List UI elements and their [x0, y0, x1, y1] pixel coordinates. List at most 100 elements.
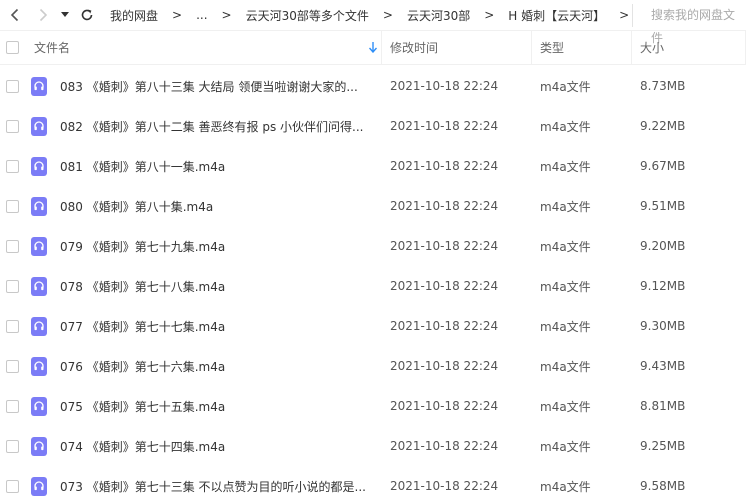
file-name[interactable]: 074 《婚刺》第七十四集.m4a	[60, 438, 225, 455]
row-checkbox[interactable]	[6, 159, 19, 173]
file-name[interactable]: 076 《婚刺》第七十六集.m4a	[60, 358, 225, 375]
breadcrumb-item-folder[interactable]: 云天河30部等多个文件	[242, 7, 373, 24]
row-checkbox[interactable]	[6, 439, 19, 453]
column-header-type-label: 类型	[540, 41, 565, 55]
table-row[interactable]: 082 《婚刺》第八十二集 善恶终有报 ps 小伙伴们问得... 2021-10…	[0, 106, 746, 146]
file-name[interactable]: 082 《婚刺》第八十二集 善恶终有报 ps 小伙伴们问得...	[60, 118, 363, 135]
breadcrumb-item-ellipsis[interactable]: ...	[192, 8, 211, 22]
breadcrumb-separator: >	[221, 8, 232, 22]
file-modified-time: 2021-10-18 22:24	[382, 386, 532, 426]
file-type: m4a文件	[532, 466, 632, 504]
select-all-cell	[0, 31, 24, 65]
breadcrumb-item-current[interactable]: H 婚刺【云天河】	[504, 7, 609, 24]
file-name[interactable]: 079 《婚刺》第七十九集.m4a	[60, 238, 225, 255]
file-list-header: 文件名 修改时间 类型 大小	[0, 30, 746, 65]
file-size-text: 9.20MB	[640, 239, 686, 253]
table-row[interactable]: 079 《婚刺》第七十九集.m4a 2021-10-18 22:24 m4a文件…	[0, 226, 746, 266]
file-name-cell[interactable]: 076 《婚刺》第七十六集.m4a	[24, 346, 382, 386]
row-checkbox[interactable]	[6, 399, 19, 413]
file-name-cell[interactable]: 080 《婚刺》第八十集.m4a	[24, 186, 382, 226]
file-modified-time-text: 2021-10-18 22:24	[390, 479, 499, 493]
table-row[interactable]: 074 《婚刺》第七十四集.m4a 2021-10-18 22:24 m4a文件…	[0, 426, 746, 466]
file-name-cell[interactable]: 073 《婚刺》第七十三集 不以点赞为目的听小说的都是...	[24, 466, 382, 504]
file-name-cell[interactable]: 081 《婚刺》第八十一集.m4a	[24, 146, 382, 186]
audio-file-icon	[31, 316, 47, 336]
file-name[interactable]: 078 《婚刺》第七十八集.m4a	[60, 278, 225, 295]
row-checkbox[interactable]	[6, 239, 19, 253]
history-dropdown-button[interactable]	[58, 0, 72, 31]
table-row[interactable]: 083 《婚刺》第八十三集 大结局 领便当啦谢谢大家的... 2021-10-1…	[0, 66, 746, 106]
search-input[interactable]: 搜索我的网盘文件	[632, 4, 746, 45]
file-modified-time-text: 2021-10-18 22:24	[390, 79, 499, 93]
audio-file-icon	[31, 76, 47, 96]
file-size-text: 8.73MB	[640, 79, 686, 93]
row-select-cell	[0, 306, 24, 346]
file-list: 083 《婚刺》第八十三集 大结局 领便当啦谢谢大家的... 2021-10-1…	[0, 66, 746, 504]
row-checkbox[interactable]	[6, 119, 19, 133]
row-checkbox[interactable]	[6, 359, 19, 373]
file-name-cell[interactable]: 082 《婚刺》第八十二集 善恶终有报 ps 小伙伴们问得...	[24, 106, 382, 146]
file-name[interactable]: 077 《婚刺》第七十七集.m4a	[60, 318, 225, 335]
file-size-text: 9.22MB	[640, 119, 686, 133]
column-header-time[interactable]: 修改时间	[382, 30, 532, 65]
audio-file-icon	[31, 236, 47, 256]
file-name-cell[interactable]: 083 《婚刺》第八十三集 大结局 领便当啦谢谢大家的...	[24, 66, 382, 106]
file-name[interactable]: 080 《婚刺》第八十集.m4a	[60, 198, 213, 215]
row-select-cell	[0, 106, 24, 146]
back-button[interactable]	[4, 0, 26, 31]
file-size-text: 9.30MB	[640, 319, 686, 333]
row-checkbox[interactable]	[6, 319, 19, 333]
file-modified-time: 2021-10-18 22:24	[382, 266, 532, 306]
file-name[interactable]: 075 《婚刺》第七十五集.m4a	[60, 398, 225, 415]
row-checkbox[interactable]	[6, 79, 19, 93]
refresh-button[interactable]	[76, 0, 98, 31]
breadcrumb-item-my-disk[interactable]: 我的网盘	[106, 7, 162, 24]
file-name-cell[interactable]: 074 《婚刺》第七十四集.m4a	[24, 426, 382, 466]
file-modified-time: 2021-10-18 22:24	[382, 306, 532, 346]
row-select-cell	[0, 386, 24, 426]
row-select-cell	[0, 346, 24, 386]
file-size-text: 9.43MB	[640, 359, 686, 373]
forward-button[interactable]	[32, 0, 54, 31]
file-name-cell[interactable]: 078 《婚刺》第七十八集.m4a	[24, 266, 382, 306]
file-size-text: 9.58MB	[640, 479, 686, 493]
breadcrumb-separator: >	[172, 8, 183, 22]
row-select-cell	[0, 186, 24, 226]
file-modified-time-text: 2021-10-18 22:24	[390, 319, 499, 333]
file-name[interactable]: 083 《婚刺》第八十三集 大结局 领便当啦谢谢大家的...	[60, 78, 358, 95]
select-all-checkbox[interactable]	[6, 41, 19, 54]
row-checkbox[interactable]	[6, 479, 19, 493]
table-row[interactable]: 081 《婚刺》第八十一集.m4a 2021-10-18 22:24 m4a文件…	[0, 146, 746, 186]
file-size-text: 8.81MB	[640, 399, 686, 413]
file-modified-time: 2021-10-18 22:24	[382, 186, 532, 226]
row-checkbox[interactable]	[6, 279, 19, 293]
file-name[interactable]: 073 《婚刺》第七十三集 不以点赞为目的听小说的都是...	[60, 478, 366, 495]
file-modified-time-text: 2021-10-18 22:24	[390, 199, 499, 213]
column-header-name[interactable]: 文件名	[24, 30, 382, 65]
audio-file-icon	[31, 116, 47, 136]
file-modified-time-text: 2021-10-18 22:24	[390, 399, 499, 413]
file-name-cell[interactable]: 075 《婚刺》第七十五集.m4a	[24, 386, 382, 426]
file-size: 9.22MB	[632, 106, 746, 146]
file-type-text: m4a文件	[540, 79, 591, 94]
file-modified-time-text: 2021-10-18 22:24	[390, 279, 499, 293]
file-name-cell[interactable]: 079 《婚刺》第七十九集.m4a	[24, 226, 382, 266]
file-type: m4a文件	[532, 186, 632, 226]
table-row[interactable]: 077 《婚刺》第七十七集.m4a 2021-10-18 22:24 m4a文件…	[0, 306, 746, 346]
file-size: 9.12MB	[632, 266, 746, 306]
table-row[interactable]: 073 《婚刺》第七十三集 不以点赞为目的听小说的都是... 2021-10-1…	[0, 466, 746, 504]
table-row[interactable]: 075 《婚刺》第七十五集.m4a 2021-10-18 22:24 m4a文件…	[0, 386, 746, 426]
table-row[interactable]: 080 《婚刺》第八十集.m4a 2021-10-18 22:24 m4a文件 …	[0, 186, 746, 226]
breadcrumb-item-folder[interactable]: 云天河30部	[403, 7, 474, 24]
file-name-cell[interactable]: 077 《婚刺》第七十七集.m4a	[24, 306, 382, 346]
column-header-type[interactable]: 类型	[532, 30, 632, 65]
table-row[interactable]: 076 《婚刺》第七十六集.m4a 2021-10-18 22:24 m4a文件…	[0, 346, 746, 386]
row-checkbox[interactable]	[6, 199, 19, 213]
column-header-size-label: 大小	[640, 41, 665, 55]
file-size: 9.20MB	[632, 226, 746, 266]
file-size: 9.25MB	[632, 426, 746, 466]
table-row[interactable]: 078 《婚刺》第七十八集.m4a 2021-10-18 22:24 m4a文件…	[0, 266, 746, 306]
file-size-text: 9.51MB	[640, 199, 686, 213]
file-name[interactable]: 081 《婚刺》第八十一集.m4a	[60, 158, 225, 175]
column-header-size[interactable]: 大小	[632, 30, 746, 65]
